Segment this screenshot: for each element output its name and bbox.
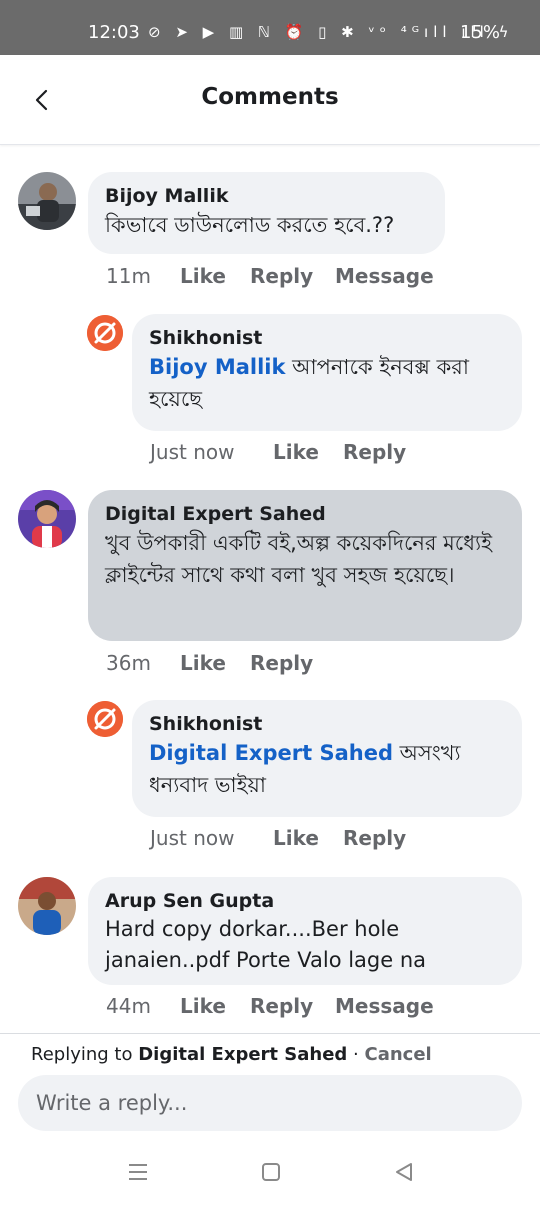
comment-text: Bijoy Mallik আপনাকে ইনবক্স করা হয়েছে — [149, 355, 469, 411]
reply-bubble[interactable]: Shikhonist Digital Expert Sahed অসংখ্য ধ… — [132, 700, 522, 817]
like-button[interactable]: Like — [180, 651, 250, 675]
menu-lines-icon — [129, 1164, 147, 1180]
message-button[interactable]: Message — [335, 994, 434, 1018]
comment-time: 11m — [106, 264, 151, 288]
like-button[interactable]: Like — [273, 826, 343, 850]
avatar-digital-expert-sahed[interactable] — [18, 490, 76, 548]
mention-link[interactable]: Digital Expert Sahed — [149, 741, 393, 765]
shikhonist-logo-icon — [87, 315, 123, 351]
comment-text: কিভাবে ডাউনলোড করতে হবে.?? — [105, 213, 395, 237]
profile-photo — [18, 172, 76, 230]
home-button[interactable] — [258, 1159, 284, 1185]
comment-author[interactable]: Shikhonist — [149, 325, 505, 351]
comment-text: খুব উপকারী একটি বই,অল্প কয়েকদিনের মধ্যে… — [105, 531, 493, 587]
comment-author[interactable]: Arup Sen Gupta — [105, 888, 505, 914]
recent-apps-button[interactable] — [125, 1159, 151, 1185]
like-button[interactable]: Like — [273, 440, 343, 464]
page-title: Comments — [201, 84, 339, 110]
reply-button[interactable]: Reply — [250, 651, 313, 675]
reply-button[interactable]: Reply — [343, 440, 406, 464]
status-time: 12:03 — [88, 22, 140, 43]
like-button[interactable]: Like — [180, 994, 250, 1018]
like-button[interactable]: Like — [180, 264, 250, 288]
header: Comments — [0, 55, 540, 145]
message-button[interactable]: Message — [335, 264, 434, 288]
system-nav-bar — [0, 1135, 540, 1206]
comment-actions: 44m Like Reply Message — [106, 994, 434, 1018]
avatar-shikhonist[interactable] — [87, 701, 123, 737]
reply-target: Digital Expert Sahed — [138, 1044, 348, 1065]
comment-actions: Just now Like Reply — [150, 826, 406, 850]
comment-bubble[interactable]: Arup Sen Gupta Hard copy dorkar....Ber h… — [88, 877, 522, 985]
back-nav-button[interactable] — [391, 1159, 417, 1185]
comment-actions: 11m Like Reply Message — [106, 264, 434, 288]
battery-percent: 15% — [459, 22, 500, 43]
comment-time: 44m — [106, 994, 151, 1018]
status-bar: 12:03 ⊘ ➤ ▶ ▥ ℕ ⏰ ▯ ✱ ᵛᵒ ⁴ᴳıll ıll ϟ 15% — [0, 0, 540, 55]
comment-author[interactable]: Shikhonist — [149, 711, 505, 737]
comment-actions: Just now Like Reply — [150, 440, 406, 464]
cancel-reply-button[interactable]: Cancel — [365, 1044, 432, 1065]
triangle-back-icon — [396, 1163, 412, 1181]
reply-button[interactable]: Reply — [250, 264, 335, 288]
reply-bubble[interactable]: Shikhonist Bijoy Mallik আপনাকে ইনবক্স কর… — [132, 314, 522, 431]
comment-author[interactable]: Digital Expert Sahed — [105, 501, 505, 527]
reply-button[interactable]: Reply — [250, 994, 335, 1018]
mention-link[interactable]: Bijoy Mallik — [149, 355, 285, 379]
reply-input[interactable] — [18, 1075, 522, 1131]
profile-photo — [18, 490, 76, 548]
comment-time: Just now — [150, 826, 235, 850]
square-icon — [262, 1163, 280, 1181]
comment-bubble-highlighted[interactable]: Digital Expert Sahed খুব উপকারী একটি বই,… — [88, 490, 522, 641]
comment-author[interactable]: Bijoy Mallik — [105, 183, 428, 209]
reply-button[interactable]: Reply — [343, 826, 406, 850]
comment-time: Just now — [150, 440, 235, 464]
shikhonist-logo-icon — [87, 701, 123, 737]
avatar-arup-sen-gupta[interactable] — [18, 877, 76, 935]
profile-photo — [18, 877, 76, 935]
replying-to-label: Replying to Digital Expert Sahed · Cance… — [31, 1044, 432, 1065]
avatar-shikhonist[interactable] — [87, 315, 123, 351]
comment-text: Digital Expert Sahed অসংখ্য ধন্যবাদ ভাইয… — [149, 741, 461, 797]
avatar-bijoy-mallik[interactable] — [18, 172, 76, 230]
comment-actions: 36m Like Reply — [106, 651, 313, 675]
status-icons: ⊘ ➤ ▶ ▥ ℕ ⏰ ▯ ✱ ᵛᵒ ⁴ᴳıll ıll ϟ — [148, 23, 514, 41]
comment-bubble[interactable]: Bijoy Mallik কিভাবে ডাউনলোড করতে হবে.?? — [88, 172, 445, 254]
comment-text: Hard copy dorkar....Ber hole janaien..pd… — [105, 917, 427, 972]
comment-time: 36m — [106, 651, 151, 675]
